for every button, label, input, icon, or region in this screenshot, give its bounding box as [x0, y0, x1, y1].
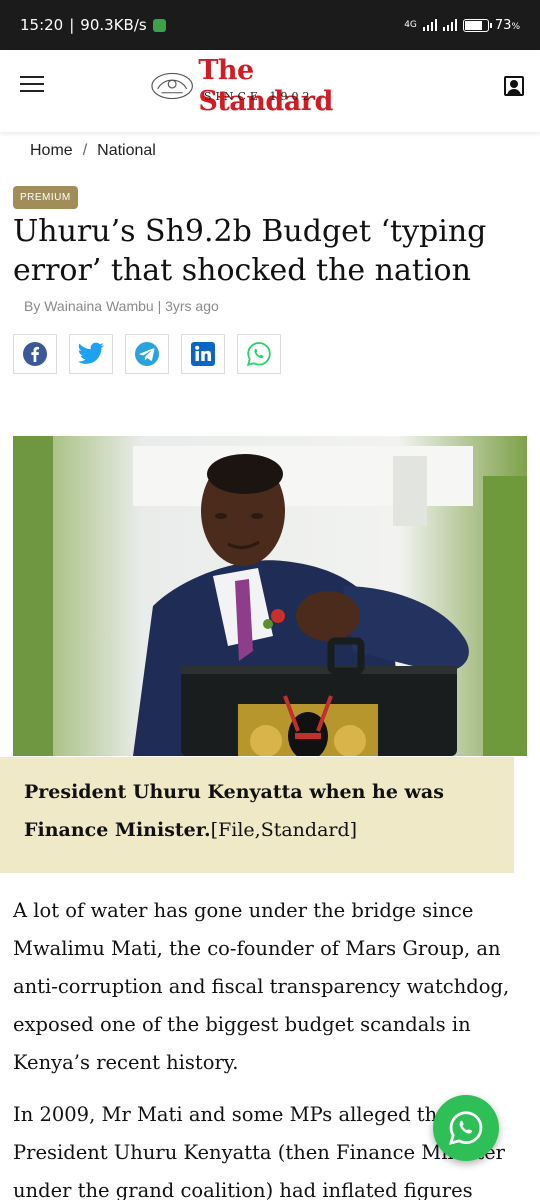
status-time: 15:20 — [20, 16, 64, 34]
hero-photo — [13, 436, 527, 756]
breadcrumb-separator: / — [82, 142, 88, 159]
user-account-icon[interactable] — [504, 76, 524, 96]
status-separator: | — [69, 16, 75, 34]
battery-percent-sign: % — [511, 21, 520, 32]
share-facebook-button[interactable] — [13, 334, 57, 374]
brand-tagline: SINCE 1902 — [204, 90, 314, 103]
status-network-speed: 90.3KB/s — [80, 16, 147, 34]
article-headline: Uhuru’s Sh9.2b Budget ‘typing error’ tha… — [13, 214, 487, 288]
share-twitter-button[interactable] — [69, 334, 113, 374]
whatsapp-icon — [449, 1111, 483, 1145]
premium-badge: PREMIUM — [13, 186, 78, 209]
share-whatsapp-button[interactable] — [237, 334, 281, 374]
image-caption: President Uhuru Kenyatta when he was Fin… — [0, 757, 514, 873]
share-buttons — [13, 334, 281, 374]
facebook-icon — [23, 342, 47, 366]
hamburger-menu-icon[interactable] — [20, 74, 44, 94]
status-bar: 15:20 | 90.3KB/s 4G 73% — [0, 0, 540, 50]
share-linkedin-button[interactable] — [181, 334, 225, 374]
brand-name: The Standard — [198, 55, 333, 117]
breadcrumb-home[interactable]: Home — [30, 142, 73, 160]
article-hero-image — [13, 436, 527, 756]
breadcrumb-national[interactable]: National — [97, 142, 156, 160]
whatsapp-icon — [246, 342, 271, 367]
article-byline: By Wainaina Wambu | 3yrs ago — [24, 298, 219, 314]
twitter-icon — [77, 342, 104, 364]
breadcrumb: Home / National — [30, 142, 156, 160]
notification-app-icon — [152, 18, 166, 32]
status-right: 4G 73% — [404, 18, 520, 33]
battery-icon — [462, 18, 492, 32]
signal-icon-secondary — [442, 19, 457, 31]
caption-credit: [File,Standard] — [210, 819, 358, 841]
status-left: 15:20 | 90.3KB/s — [20, 16, 166, 34]
crest-icon — [151, 72, 193, 100]
whatsapp-fab-button[interactable] — [433, 1095, 499, 1161]
share-telegram-button[interactable] — [125, 334, 169, 374]
network-type-label: 4G — [404, 20, 417, 30]
article-paragraph: A lot of water has gone under the bridge… — [13, 899, 510, 1074]
linkedin-icon — [191, 342, 215, 366]
battery-level-value: 73 — [494, 17, 512, 33]
signal-icon — [422, 19, 437, 31]
site-header: The Standard SINCE 1902 — [0, 50, 540, 132]
telegram-icon — [135, 342, 159, 366]
battery-level: 73% — [495, 18, 520, 33]
